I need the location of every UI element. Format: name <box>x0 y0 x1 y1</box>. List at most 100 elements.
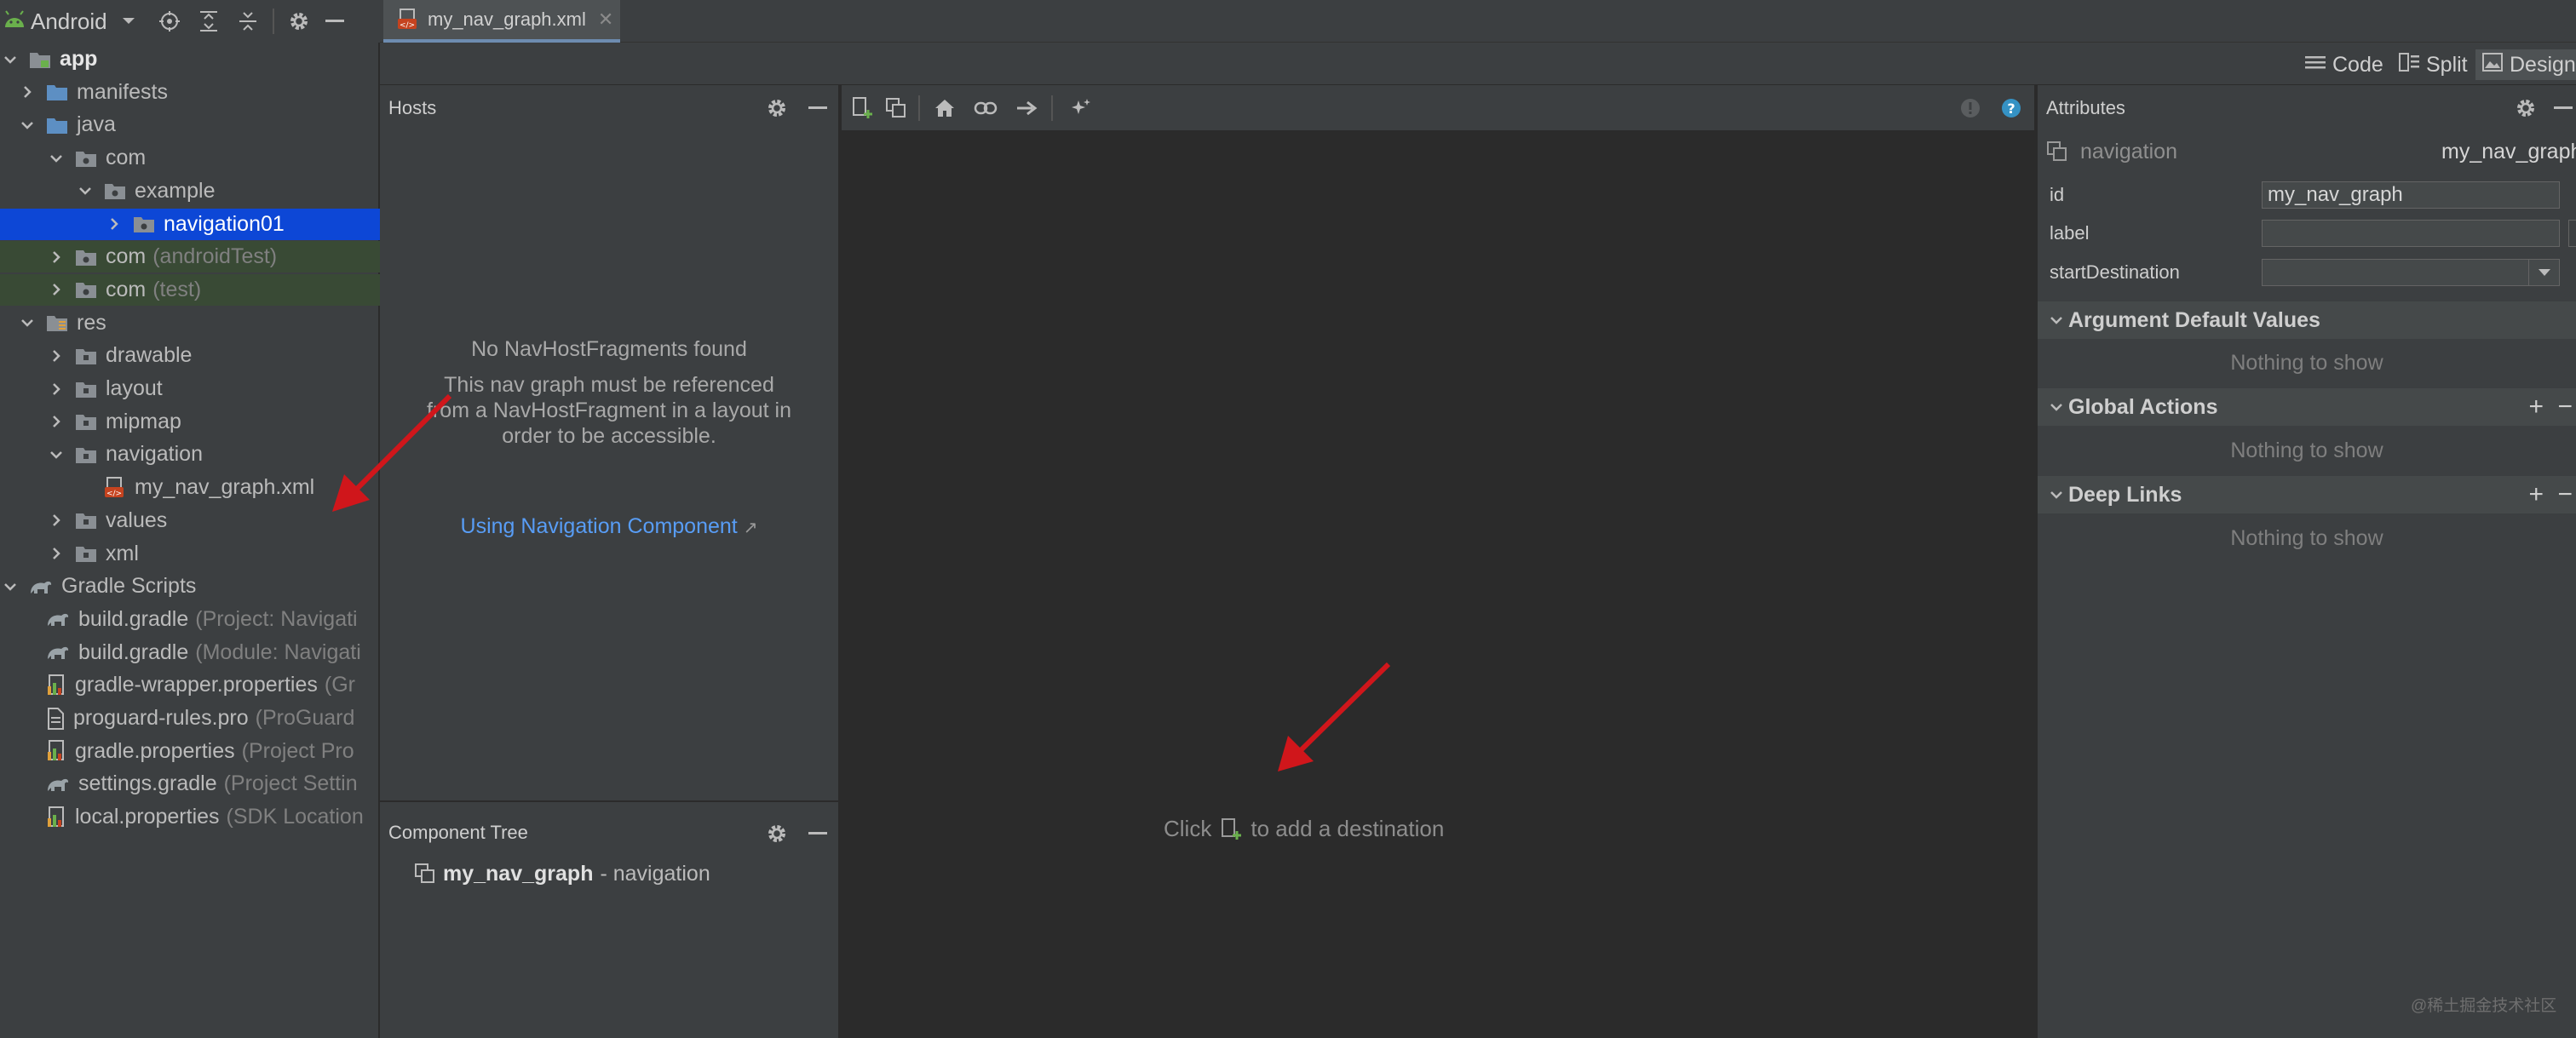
hosts-empty-body: This nav graph must be referenced from a… <box>427 373 791 448</box>
project-view-selector[interactable]: Android <box>31 9 107 35</box>
new-destination-icon[interactable] <box>849 95 875 121</box>
nested-graph-icon[interactable] <box>883 95 909 121</box>
tree-item-build-gradle[interactable]: build.gradle (Module: Navigati <box>0 637 380 668</box>
chevron-right-icon[interactable] <box>46 510 66 530</box>
code-mode-button[interactable]: Code <box>2305 49 2383 80</box>
chevron-down-icon[interactable] <box>46 444 66 465</box>
argument-defaults-section[interactable]: Argument Default Values <box>2038 301 2576 339</box>
id-label: id <box>2050 184 2065 205</box>
tree-item-navigation01[interactable]: navigation01 <box>0 208 380 240</box>
watermark: @稀土掘金技术社区 <box>2411 997 2557 1015</box>
tree-item-label: app <box>60 47 98 71</box>
label-field[interactable] <box>2262 220 2560 247</box>
attributes-title: Attributes <box>2046 97 2125 118</box>
gear-icon[interactable] <box>764 821 790 846</box>
tree-item-settings-gradle[interactable]: settings.gradle (Project Settin <box>0 768 380 800</box>
tree-item-xml[interactable]: xml <box>0 538 380 570</box>
tree-item-drawable[interactable]: drawable <box>0 340 380 371</box>
tree-item-manifests[interactable]: manifests <box>0 77 380 108</box>
tree-item-build-gradle[interactable]: build.gradle (Project: Navigati <box>0 604 380 635</box>
tree-item-label: com <box>106 277 147 301</box>
svg-text:</>: </> <box>106 490 122 498</box>
auto-arrange-icon[interactable] <box>1068 95 1094 121</box>
component-tree-root[interactable]: my_nav_graph - navigation <box>414 857 710 891</box>
chevron-down-icon[interactable] <box>17 313 37 333</box>
tree-item-com[interactable]: com <box>0 142 380 174</box>
navigation-docs-link[interactable]: Using Navigation Component ↗ <box>426 514 792 539</box>
gear-icon[interactable] <box>2513 95 2539 121</box>
home-icon[interactable] <box>932 95 957 121</box>
arrow-right-icon[interactable] <box>1014 95 1039 121</box>
text-file-icon <box>46 707 65 730</box>
chevron-down-icon[interactable] <box>116 9 141 34</box>
chevron-right-icon[interactable] <box>46 411 66 432</box>
tree-item-hint: (test) <box>152 277 202 301</box>
component-root-name: my_nav_graph <box>443 861 594 886</box>
package-folder-icon <box>75 149 97 168</box>
chevron-right-icon[interactable] <box>46 543 66 564</box>
split-mode-button[interactable]: Split <box>2399 49 2468 80</box>
tree-item-com[interactable]: com (androidTest) <box>0 241 380 273</box>
minimize-icon[interactable] <box>805 95 831 121</box>
id-field[interactable]: my_nav_graph <box>2262 181 2560 209</box>
editor-mode-bar: Code Split Design <box>380 43 2576 85</box>
tree-item-hint: (ProGuard <box>255 706 355 730</box>
gear-icon[interactable] <box>764 95 790 121</box>
close-icon[interactable]: ✕ <box>598 9 613 31</box>
annotation-arrow-canvas <box>1278 662 1391 771</box>
editor-tab-my-nav-graph[interactable]: </> my_nav_graph.xml ✕ <box>383 0 620 43</box>
tree-item-res[interactable]: res <box>0 307 380 339</box>
start-destination-dropdown[interactable] <box>2262 259 2560 286</box>
chevron-right-icon[interactable] <box>104 214 124 234</box>
chevron-down-icon[interactable] <box>2528 260 2559 285</box>
tree-item-java[interactable]: java <box>0 109 380 141</box>
label-resource-picker[interactable] <box>2568 220 2576 247</box>
remove-icon[interactable]: − <box>2557 393 2573 422</box>
properties-file-icon <box>46 740 66 762</box>
tree-item-example[interactable]: example <box>0 175 380 207</box>
add-icon[interactable]: + <box>2528 393 2544 422</box>
tree-item-label: navigation <box>106 442 203 467</box>
tree-item-hint: (Module: Navigati <box>195 639 361 664</box>
tree-item-local-properties[interactable]: local.properties (SDK Location <box>0 801 380 833</box>
link-icon[interactable] <box>973 95 998 121</box>
help-icon[interactable]: ? <box>1998 95 2024 121</box>
chevron-down-icon[interactable] <box>17 115 37 135</box>
minimize-icon[interactable] <box>2550 95 2576 121</box>
nested-graph-icon <box>414 863 436 885</box>
design-canvas[interactable] <box>842 132 2034 1038</box>
tree-item-proguard-rules-pro[interactable]: proguard-rules.pro (ProGuard <box>0 703 380 734</box>
remove-icon[interactable]: − <box>2557 480 2573 509</box>
chevron-down-icon[interactable] <box>0 49 20 70</box>
global-actions-section[interactable]: Global Actions + − <box>2038 388 2576 426</box>
annotation-arrow-tree <box>332 393 452 512</box>
tree-item-label: drawable <box>106 343 193 368</box>
chevron-down-icon[interactable] <box>46 148 66 169</box>
tree-item-app[interactable]: app <box>0 43 380 75</box>
split-view-icon <box>2399 52 2419 77</box>
collapse-all-icon[interactable] <box>235 9 261 34</box>
add-icon[interactable]: + <box>2528 480 2544 509</box>
expand-all-icon[interactable] <box>196 9 221 34</box>
chevron-right-icon[interactable] <box>46 247 66 267</box>
folder-icon <box>75 380 97 399</box>
locate-icon[interactable] <box>157 9 182 34</box>
tree-item-hint: (Project Settin <box>223 771 358 796</box>
deep-links-section[interactable]: Deep Links + − <box>2038 476 2576 513</box>
gear-icon[interactable] <box>286 9 312 34</box>
warning-icon[interactable] <box>1958 95 1983 121</box>
chevron-right-icon[interactable] <box>46 346 66 366</box>
tree-item-label: mipmap <box>106 409 181 433</box>
design-mode-button[interactable]: Design <box>2475 49 2576 80</box>
tree-item-com[interactable]: com (test) <box>0 273 380 306</box>
chevron-down-icon[interactable] <box>75 181 95 201</box>
tree-item-gradle-wrapper-properties[interactable]: gradle-wrapper.properties (Gr <box>0 669 380 701</box>
tree-item-gradle-scripts[interactable]: Gradle Scripts <box>0 571 380 602</box>
tree-item-gradle-properties[interactable]: gradle.properties (Project Pro <box>0 736 380 767</box>
minimize-icon[interactable] <box>805 821 831 846</box>
chevron-down-icon[interactable] <box>0 576 20 597</box>
chevron-right-icon[interactable] <box>46 379 66 399</box>
minimize-icon[interactable] <box>322 9 348 34</box>
chevron-right-icon[interactable] <box>17 82 37 102</box>
chevron-right-icon[interactable] <box>46 279 66 300</box>
